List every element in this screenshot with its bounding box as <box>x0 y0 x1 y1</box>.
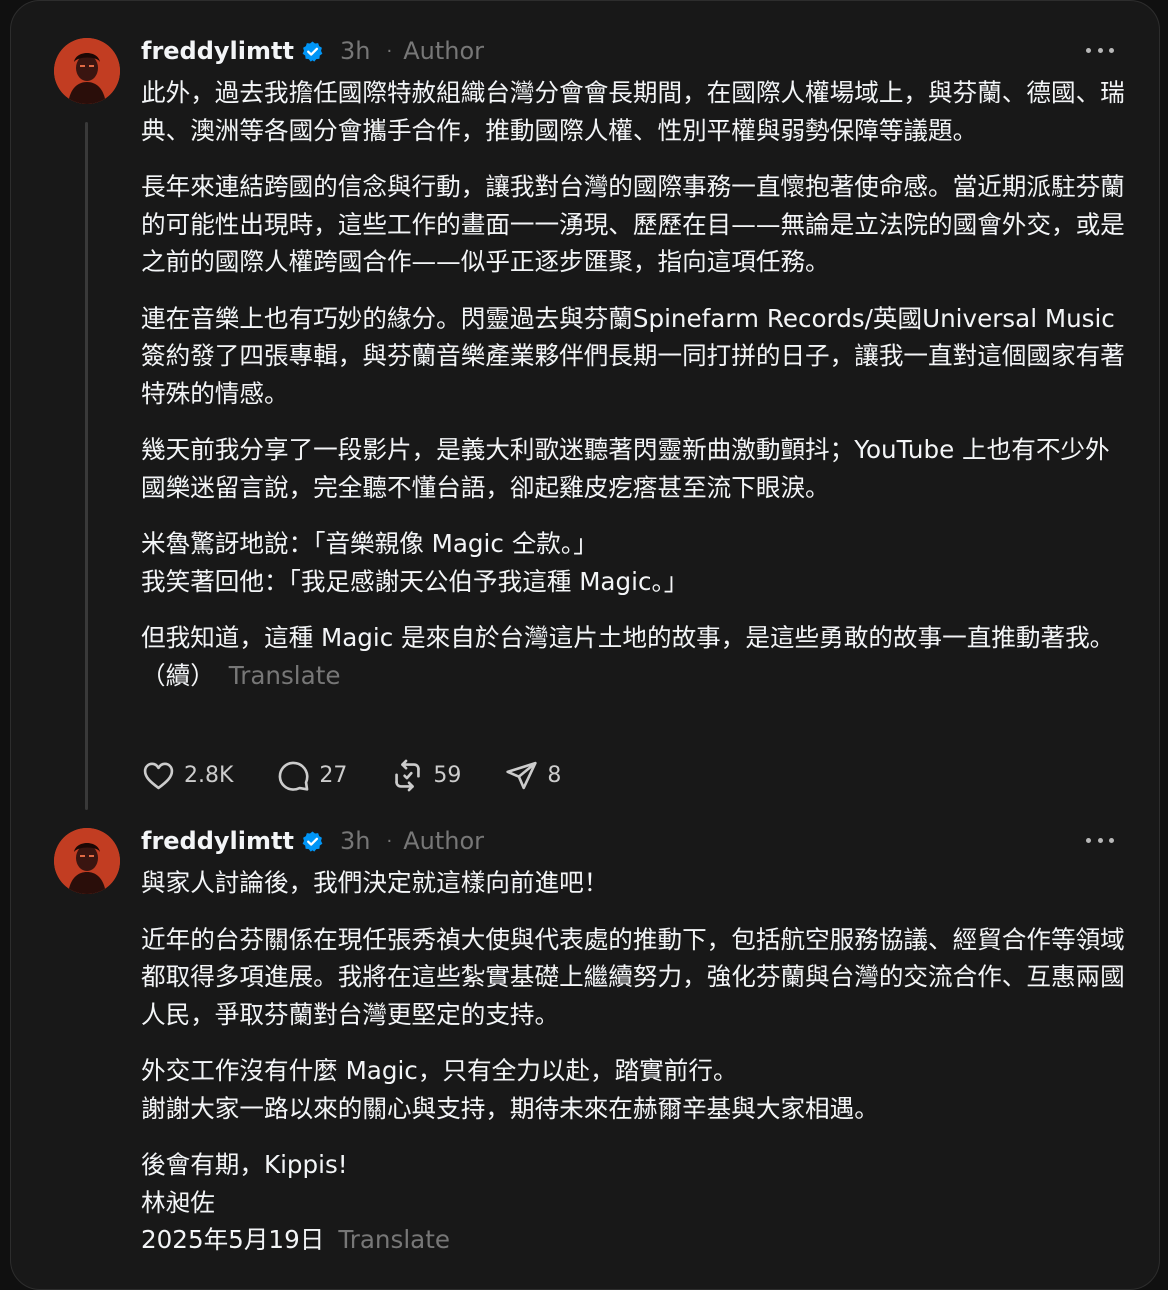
separator-dot: · <box>386 40 393 62</box>
username[interactable]: freddylimtt <box>141 827 294 855</box>
post-body: 此外，過去我擔任國際特赦組織台灣分會會長期間，在國際人權場域上，與芬蘭、德國、瑞… <box>141 74 1126 713</box>
post-paragraph-text: 後會有期，Kippis! 林昶佐 2025年5月19日 <box>141 1150 348 1254</box>
like-count: 2.8K <box>184 762 234 788</box>
send-icon <box>506 761 538 789</box>
share-button[interactable]: 8 <box>504 758 561 793</box>
comment-bubble-icon <box>279 761 309 791</box>
post-paragraph: 此外，過去我擔任國際特赦組織台灣分會會長期間，在國際人權場域上，與芬蘭、德國、瑞… <box>141 78 1125 145</box>
heart-icon <box>143 762 174 789</box>
repost-icon <box>395 759 421 791</box>
post-header: freddylimtt 3h · Author <box>141 34 484 68</box>
translate-link[interactable]: Translate <box>338 1225 450 1254</box>
repost-count: 59 <box>433 762 462 788</box>
post-header: freddylimtt 3h · Author <box>141 824 484 858</box>
verified-badge-icon <box>301 40 324 63</box>
separator-dot: · <box>386 830 393 852</box>
translate-link[interactable]: Translate <box>229 661 341 690</box>
author-badge: Author <box>403 827 484 855</box>
verified-badge-icon <box>301 830 324 853</box>
post-actions: 2.8K 27 59 8 <box>141 756 604 794</box>
author-badge: Author <box>403 37 484 65</box>
post-paragraph: 米魯驚訝地說：「音樂親像 Magic 仝款。」 我笑著回他：「我足感謝天公伯予我… <box>141 529 689 596</box>
more-options-icon[interactable] <box>1086 830 1114 850</box>
post-body: 與家人討論後，我們決定就這樣向前進吧！ 近年的台芬關係在現任張秀禎大使與代表處的… <box>141 864 1126 1278</box>
avatar[interactable] <box>54 828 120 894</box>
avatar[interactable] <box>54 38 120 104</box>
post-paragraph: 外交工作沒有什麼 Magic，只有全力以赴，踏實前行。 謝謝大家一路以來的關心與… <box>141 1056 879 1123</box>
post-paragraph: 與家人討論後，我們決定就這樣向前進吧！ <box>141 868 609 897</box>
post-time[interactable]: 3h <box>340 827 370 855</box>
more-options-icon[interactable] <box>1086 40 1114 60</box>
post-paragraph: 長年來連結跨國的信念與行動，讓我對台灣的國際事務一直懷抱著使命感。當近期派駐芬蘭… <box>141 172 1125 276</box>
post-paragraph-last: 但我知道，這種 Magic 是來自於台灣這片土地的故事，是這些勇敢的故事一直推動… <box>141 619 1126 694</box>
comment-button[interactable]: 27 <box>276 758 347 793</box>
post-paragraph-last: 後會有期，Kippis! 林昶佐 2025年5月19日 Translate <box>141 1146 1126 1259</box>
comment-count: 27 <box>319 762 348 788</box>
share-count: 8 <box>547 762 562 788</box>
post-paragraph: 連在音樂上也有巧妙的緣分。閃靈過去與芬蘭Spinefarm Records/英國… <box>141 303 1125 408</box>
thread-connector-line <box>85 122 88 810</box>
post-time[interactable]: 3h <box>340 37 370 65</box>
like-button[interactable]: 2.8K <box>141 758 233 793</box>
post-paragraph: 幾天前我分享了一段影片，是義大利歌迷聽著閃靈新曲激動顫抖；YouTube 上也有… <box>141 435 1110 502</box>
repost-button[interactable]: 59 <box>390 758 461 793</box>
post-paragraph: 近年的台芬關係在現任張秀禎大使與代表處的推動下，包括航空服務協議、經貿合作等領域… <box>141 924 1125 1029</box>
username[interactable]: freddylimtt <box>141 37 294 65</box>
